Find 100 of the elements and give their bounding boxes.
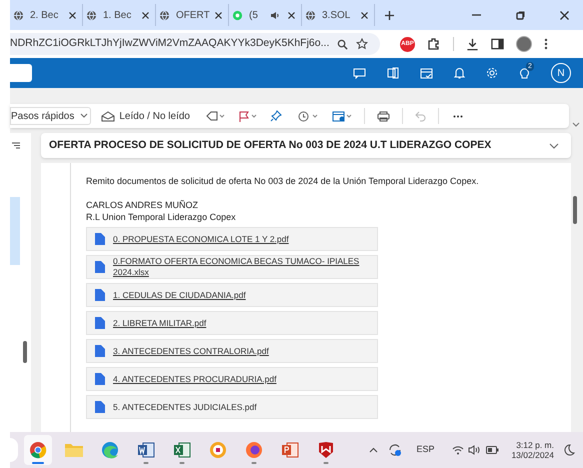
running-indicator [180,462,184,464]
message-text: Remito documentos de solicitud de oferta No 003 de 2024 de la Unión Temporal Liderazgo Copex. [86,175,480,187]
attachment-item[interactable]: 3. ANTECEDENTES CONTRALORIA.pdf [86,339,378,363]
chevron-down-icon [80,113,88,119]
document-icon [95,345,105,357]
attachment-name[interactable]: 4. ANTECEDENTES PROCURADURIA.pdf [113,374,276,384]
document-icon [95,289,105,301]
scrollbar-thumb[interactable] [573,196,577,224]
chrome-icon [29,441,47,459]
speaker-icon[interactable] [468,445,480,455]
chevron-down-icon[interactable] [572,122,580,128]
attachment-item[interactable]: 0.FORMATO OFERTA ECONOMICA BECAS TUMACO- IPIALES 2024.xlsx [86,255,378,279]
attachment-item[interactable]: 2. LIBRETA MILITAR.pdf [86,311,378,335]
lightbulb-icon[interactable] [519,66,530,80]
search-field[interactable] [10,64,32,82]
quick-steps-dropdown[interactable]: Pasos rápidos [10,107,92,125]
close-icon[interactable] [215,12,222,18]
read-unread-button[interactable]: Leído / No leído [101,108,190,124]
attachment-item[interactable]: 5. ANTECEDENTES JUDICIALES.pdf [86,395,378,419]
battery-icon[interactable] [486,446,500,454]
sync-icon[interactable] [388,443,402,457]
document-icon [95,233,105,245]
swirl-icon [101,441,119,459]
clock-icon[interactable] [298,110,320,122]
word-icon [137,442,155,458]
moon-icon[interactable] [564,444,575,456]
user-avatar[interactable]: N [551,63,571,83]
browser-tab[interactable]: 1. Bec [83,4,156,26]
browser-tab[interactable]: 2. Bec [10,4,83,26]
browser-tab[interactable]: OFERT [156,4,229,26]
attachment-item[interactable]: 4. ANTECEDENTES PROCURADURIA.pdf [86,367,378,391]
url-text: NDRhZC1iOGRkLTJhYjIwZWViM2VmZAAQAKYYk3DeyK5KhFj6o... [10,36,330,52]
attachment-name[interactable]: 3. ANTECEDENTES CONTRALORIA.pdf [113,346,269,356]
running-indicator [252,462,256,464]
email-subject: OFERTA PROCESO DE SOLICITUD DE OFERTA No 003 DE 2024 U.T LIDERAZGO COPEX [49,138,492,153]
running-indicator [32,462,44,464]
signature-line: CARLOS ANDRES MUÑOZ [86,199,200,211]
taskbar-edge [10,438,18,462]
chevron-down-icon[interactable] [549,142,559,148]
envelope-icon [101,110,116,122]
globe-icon [159,10,170,20]
document-icon [95,317,105,329]
close-icon[interactable] [142,12,149,18]
close-icon[interactable] [69,12,76,18]
attachment-name[interactable]: 2. LIBRETA MILITAR.pdf [113,318,206,328]
spreadsheet-icon [173,442,191,458]
clock[interactable]: 3:12 p. m. 13/02/2024 [511,440,554,460]
flag-icon[interactable] [238,110,258,122]
attachment-name[interactable]: 1. CEDULAS DE CIUDADANIA.pdf [113,290,246,300]
attachment-item[interactable]: 0. PROPUESTA ECONOMICA LOTE 1 Y 2.pdf [86,227,378,251]
running-indicator [324,462,328,464]
browser-tab[interactable]: 3.SOL [302,4,375,26]
document-icon [95,401,105,413]
chat-icon[interactable] [353,68,366,78]
chat-bubble-icon [232,10,243,20]
word-document-icon[interactable] [387,67,399,79]
attachment-name[interactable]: 0. PROPUESTA ECONOMICA LOTE 1 Y 2.pdf [113,234,289,244]
attachment-item[interactable]: 1. CEDULAS DE CIUDADANIA.pdf [86,283,378,307]
language-indicator[interactable]: ESP [416,443,434,457]
fox-icon [245,441,263,459]
taskbar-app[interactable] [24,435,52,465]
filter-icon[interactable] [12,142,20,149]
restore-icon[interactable] [516,10,525,20]
side-panel-icon[interactable] [491,38,504,50]
close-icon[interactable] [288,12,295,18]
download-icon[interactable] [466,38,479,50]
tag-icon[interactable] [206,111,226,121]
close-icon[interactable] [560,10,569,20]
document-icon [95,261,105,273]
presentation-icon [281,442,299,458]
close-icon[interactable] [361,12,368,18]
more-icon[interactable] [452,114,463,118]
profile-avatar[interactable] [516,36,532,52]
pin-icon[interactable] [270,110,282,122]
signature-line: R.L Union Temporal Liderazgo Copex [86,211,237,223]
running-indicator [144,462,148,464]
more-icon[interactable] [544,38,548,50]
chevron-up-icon[interactable] [369,447,378,453]
zoom-icon[interactable] [337,38,348,50]
calendar-icon[interactable] [420,68,433,78]
address-bar[interactable]: NDRhZC1iOGRkLTJhYjIwZWViM2VmZAAQAKYYk3DeyK5KhFj6o... [10,33,380,55]
scrollbar-thumb[interactable] [23,341,27,363]
calendar-icon[interactable] [332,110,354,122]
folder-icon [64,442,84,458]
star-icon[interactable] [356,38,368,50]
puzzle-icon[interactable] [427,37,441,51]
print-icon[interactable] [376,110,390,122]
minimize-icon[interactable] [472,14,481,16]
speaker-icon[interactable] [270,10,280,20]
document-icon [95,373,105,385]
bell-icon[interactable] [454,67,465,79]
globe-icon [86,10,97,20]
settings-icon[interactable] [486,67,498,79]
new-tab-icon[interactable] [385,10,394,20]
globe-icon [305,10,316,20]
wifi-icon[interactable] [452,446,464,454]
browser-tab[interactable]: (5 [229,4,302,26]
attachment-name[interactable]: 0.FORMATO OFERTA ECONOMICA BECAS TUMACO- IPIALES 2024.xlsx [113,256,369,278]
attachment-name[interactable]: 5. ANTECEDENTES JUDICIALES.pdf [113,402,257,412]
globe-icon [13,10,24,20]
